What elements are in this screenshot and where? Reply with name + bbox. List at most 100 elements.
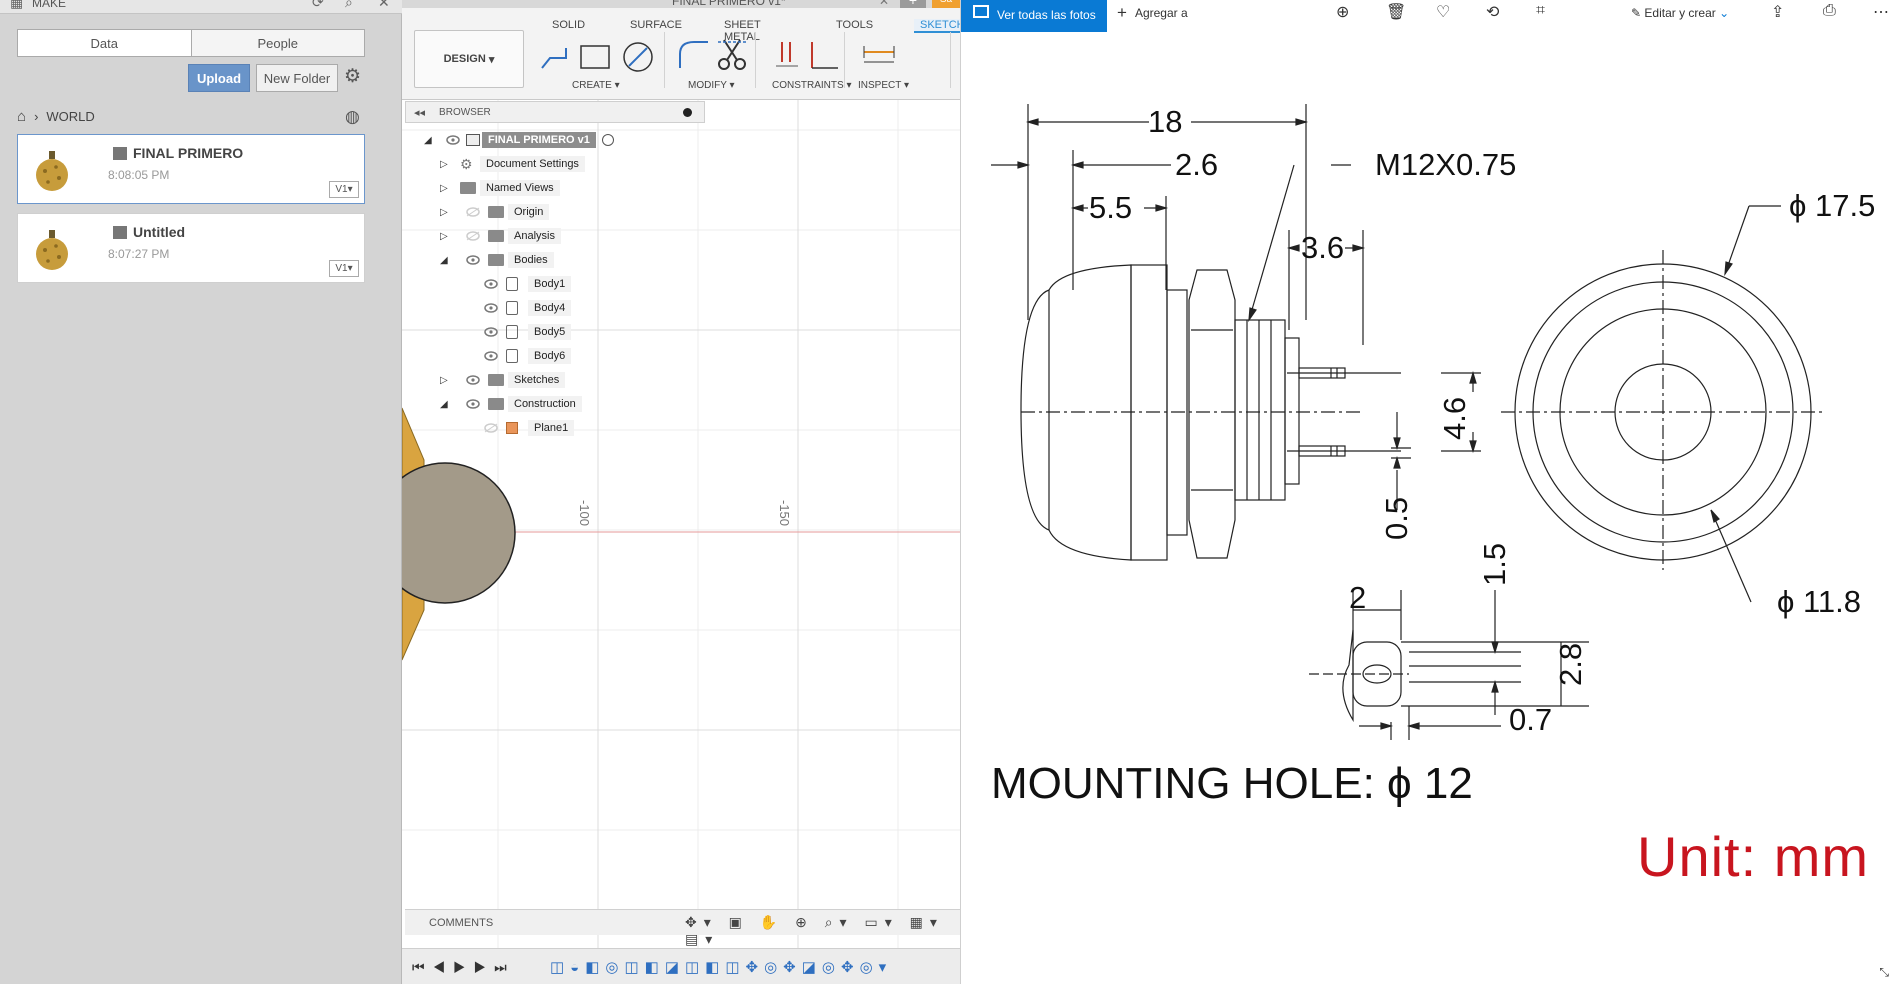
refresh-icon[interactable]: ⟳ bbox=[312, 0, 324, 11]
rectangle-tool-icon[interactable] bbox=[578, 42, 612, 72]
inspect-menu[interactable]: INSPECT ▾ bbox=[858, 80, 909, 91]
tab-data[interactable]: Data bbox=[18, 30, 192, 56]
eye-icon[interactable] bbox=[484, 303, 498, 313]
scissors-icon[interactable] bbox=[714, 36, 750, 72]
body-icon bbox=[506, 301, 518, 315]
document-tabbar: FINAL PRIMERO v1* ✕ + Sa bbox=[402, 0, 960, 8]
chevron-right-icon: › bbox=[34, 109, 39, 124]
fusion-workspace: -100 -150 FINAL PRIMERO v1* ✕ + Sa SOLID… bbox=[402, 0, 960, 984]
circle-tool-icon[interactable] bbox=[621, 40, 655, 74]
body-icon bbox=[506, 325, 518, 339]
data-people-switch: Data People bbox=[17, 29, 365, 57]
dim-18: 18 bbox=[1148, 104, 1182, 139]
eye-icon[interactable] bbox=[484, 327, 498, 337]
folder-icon bbox=[488, 254, 504, 266]
dia-17-5: ϕ 17.5 bbox=[1789, 188, 1875, 223]
tab-solid[interactable]: SOLID bbox=[552, 19, 585, 31]
tab-sketch[interactable]: SKETCH bbox=[914, 19, 960, 33]
activate-radio-icon[interactable] bbox=[602, 134, 614, 146]
folder-icon bbox=[488, 206, 504, 218]
save-button[interactable]: Sa bbox=[932, 0, 960, 8]
plane-icon bbox=[506, 422, 518, 434]
timeline-features[interactable]: ◫◒◧◎◫◧◪◫◧◫✥◎✥◪◎✥◎▾ bbox=[550, 958, 892, 976]
close-icon[interactable]: ✕ bbox=[378, 0, 390, 11]
fillet-tool-icon[interactable] bbox=[676, 38, 710, 72]
dim-4-6: 4.6 bbox=[1437, 397, 1472, 440]
upload-button[interactable]: Upload bbox=[188, 64, 250, 92]
canvas-grid[interactable] bbox=[402, 100, 960, 950]
dim-1-5: 1.5 bbox=[1477, 543, 1512, 586]
dim-0-5: 0.5 bbox=[1379, 497, 1414, 540]
workspace-dropdown[interactable]: DESIGN ▾ bbox=[414, 30, 524, 88]
globe-icon[interactable]: ◍ bbox=[345, 107, 360, 127]
file-name: Untitled bbox=[113, 224, 185, 240]
new-tab-icon[interactable]: + bbox=[900, 0, 926, 8]
dim-2-6: 2.6 bbox=[1175, 147, 1218, 182]
perpendicular-constraint-icon[interactable] bbox=[806, 38, 840, 72]
eye-icon[interactable] bbox=[466, 399, 480, 409]
tab-people[interactable]: People bbox=[192, 30, 365, 56]
collapse-arrows-icon[interactable]: ◂◂ bbox=[414, 106, 425, 119]
eye-icon[interactable] bbox=[466, 255, 480, 265]
comments-bar[interactable]: COMMENTS ✥▾ ▣ ✋ ⊕ ⌕▾ ▭▾ ▦▾ ▤▾ bbox=[405, 909, 960, 947]
cube-icon bbox=[113, 146, 127, 160]
breadcrumb: ⌂ › WORLD bbox=[17, 108, 95, 125]
file-card[interactable]: FINAL PRIMERO 8:08:05 PM V1 ▾ bbox=[17, 134, 365, 204]
navigation-toolbar[interactable]: ✥▾ ▣ ✋ ⊕ ⌕▾ ▭▾ ▦▾ ▤▾ bbox=[685, 914, 960, 948]
grid-menu-icon[interactable]: ▦ bbox=[10, 0, 23, 11]
dia-11-8: ϕ 11.8 bbox=[1777, 584, 1861, 619]
file-name: FINAL PRIMERO bbox=[113, 145, 243, 161]
line-tool-icon[interactable] bbox=[538, 40, 572, 74]
tab-tools[interactable]: TOOLS bbox=[836, 19, 873, 31]
unit-label: Unit: mm bbox=[1637, 825, 1869, 888]
document-tab[interactable]: FINAL PRIMERO v1* bbox=[672, 0, 786, 8]
expand-triangle-icon[interactable]: ▷ bbox=[440, 231, 450, 242]
browser-title: BROWSER bbox=[439, 106, 491, 118]
collapse-triangle-icon[interactable]: ◢ bbox=[440, 399, 450, 410]
browser-header[interactable]: ◂◂ BROWSER bbox=[405, 101, 705, 123]
eye-icon[interactable] bbox=[484, 351, 498, 361]
expand-icon[interactable]: ⤡ bbox=[1879, 965, 1889, 980]
coincident-constraint-icon[interactable] bbox=[772, 38, 802, 72]
expand-triangle-icon[interactable]: ▷ bbox=[440, 159, 450, 170]
measure-tool-icon[interactable] bbox=[862, 42, 896, 68]
modify-menu[interactable]: MODIFY ▾ bbox=[688, 80, 735, 91]
component-icon bbox=[466, 134, 480, 146]
search-icon[interactable]: ⌕ bbox=[345, 0, 353, 11]
file-card[interactable]: Untitled 8:07:27 PM V1 ▾ bbox=[17, 213, 365, 283]
mounting-hole-note: MOUNTING HOLE: ϕ 12 bbox=[991, 759, 1473, 808]
pin-icon[interactable] bbox=[683, 107, 692, 117]
eye-hidden-icon[interactable] bbox=[484, 423, 498, 433]
close-tab-icon[interactable]: ✕ bbox=[879, 0, 889, 8]
thread-callout: M12X0.75 bbox=[1375, 147, 1516, 182]
expand-triangle-icon[interactable]: ▷ bbox=[440, 183, 450, 194]
folder-icon bbox=[460, 182, 476, 194]
dim-2-8: 2.8 bbox=[1553, 643, 1588, 686]
create-menu[interactable]: CREATE ▾ bbox=[572, 80, 620, 91]
new-folder-button[interactable]: New Folder bbox=[256, 64, 338, 92]
version-dropdown[interactable]: V1 ▾ bbox=[329, 260, 359, 277]
tab-surface[interactable]: SURFACE bbox=[630, 19, 682, 31]
body-icon bbox=[506, 349, 518, 363]
collapse-triangle-icon[interactable]: ◢ bbox=[424, 135, 434, 146]
expand-triangle-icon[interactable]: ▷ bbox=[440, 207, 450, 218]
cube-icon bbox=[113, 225, 127, 239]
data-panel: ▦ MAKE ⟳ ⌕ ✕ Data People Upload New Fold… bbox=[0, 0, 402, 984]
home-icon[interactable]: ⌂ bbox=[17, 108, 26, 125]
eye-hidden-icon[interactable] bbox=[466, 231, 480, 241]
eye-hidden-icon[interactable] bbox=[466, 207, 480, 217]
timeline[interactable]: ⏮◀▶▶⏭ ◫◒◧◎◫◧◪◫◧◫✥◎✥◪◎✥◎▾ bbox=[402, 948, 960, 984]
expand-triangle-icon[interactable]: ▷ bbox=[440, 375, 450, 386]
dim-2: 2 bbox=[1349, 580, 1366, 615]
breadcrumb-world[interactable]: WORLD bbox=[46, 109, 94, 124]
eye-icon[interactable] bbox=[466, 375, 480, 385]
eye-icon[interactable] bbox=[446, 135, 460, 145]
gear-icon[interactable]: ⚙ bbox=[344, 65, 361, 88]
eye-icon[interactable] bbox=[484, 279, 498, 289]
timeline-playback-controls[interactable]: ⏮◀▶▶⏭ bbox=[412, 959, 515, 976]
comments-label: COMMENTS bbox=[429, 917, 494, 929]
file-time: 8:08:05 PM bbox=[108, 168, 170, 182]
version-dropdown[interactable]: V1 ▾ bbox=[329, 181, 359, 198]
collapse-triangle-icon[interactable]: ◢ bbox=[440, 255, 450, 266]
constraints-menu[interactable]: CONSTRAINTS ▾ bbox=[772, 80, 851, 91]
